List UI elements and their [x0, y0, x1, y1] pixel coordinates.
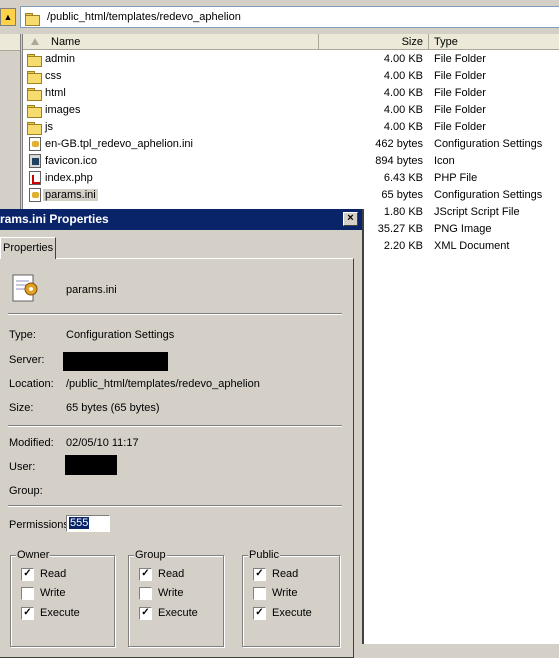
list-item[interactable]: css 4.00 KB File Folder — [23, 68, 559, 85]
list-item[interactable]: favicon.ico 894 bytes Icon — [23, 153, 559, 170]
type-label: Type: — [9, 329, 36, 341]
folder-icon — [27, 69, 43, 84]
user-value-redacted — [65, 455, 117, 475]
divider — [8, 313, 342, 315]
left-panel-header — [0, 34, 20, 51]
checkbox-checked[interactable]: ✓ — [139, 568, 152, 581]
ico-file-icon — [27, 154, 43, 169]
list-item[interactable]: js 4.00 KB File Folder — [23, 119, 559, 136]
group-group: Group ✓ Read Write ✓ Execute — [128, 549, 224, 647]
list-item[interactable]: en-GB.tpl_redevo_aphelion.ini 462 bytes … — [23, 136, 559, 153]
checkbox-checked[interactable]: ✓ — [253, 568, 266, 581]
checkbox-checked[interactable]: ✓ — [21, 568, 34, 581]
server-label: Server: — [9, 354, 45, 366]
public-group: Public ✓ Read Write ✓ Execute — [242, 549, 340, 647]
sort-ascending-icon — [31, 38, 39, 45]
modified-label: Modified: — [9, 437, 54, 449]
location-value: /public_html/templates/redevo_aphelion — [66, 378, 260, 390]
dialog-title: params.ini Properties — [0, 212, 109, 226]
list-item[interactable]: index.php 6.43 KB PHP File — [23, 170, 559, 187]
properties-dialog: params.ini Properties × Properties param… — [0, 209, 364, 658]
permissions-label: Permissions: — [9, 519, 72, 531]
path-input[interactable]: /public_html/templates/redevo_aphelion — [20, 6, 559, 28]
checkbox-checked[interactable]: ✓ — [139, 607, 152, 620]
address-bar: ▲ /public_html/templates/redevo_aphelion — [0, 0, 559, 34]
settings-file-icon — [12, 274, 38, 302]
folder-icon — [27, 86, 43, 101]
column-header-type[interactable]: Type — [429, 34, 559, 50]
column-header-size[interactable]: Size — [319, 34, 429, 50]
checkbox-unchecked[interactable] — [21, 587, 34, 600]
folder-icon — [27, 120, 43, 135]
folder-icon — [27, 103, 43, 118]
path-text: /public_html/templates/redevo_aphelion — [47, 11, 241, 23]
owner-group: Owner ✓ Read Write ✓ Execute — [10, 549, 115, 647]
dialog-titlebar[interactable]: params.ini Properties × — [0, 209, 362, 230]
list-item[interactable]: admin 4.00 KB File Folder — [23, 51, 559, 68]
size-label: Size: — [9, 402, 34, 414]
location-label: Location: — [9, 378, 54, 390]
size-value: 65 bytes (65 bytes) — [66, 402, 160, 414]
list-item[interactable]: images 4.00 KB File Folder — [23, 102, 559, 119]
group-label: Group: — [9, 485, 43, 497]
checkbox-unchecked[interactable] — [253, 587, 266, 600]
ini-file-icon — [27, 137, 43, 152]
checkbox-checked[interactable]: ✓ — [21, 607, 34, 620]
php-file-icon — [27, 171, 43, 186]
up-folder-button[interactable]: ▲ — [0, 8, 16, 26]
column-header-name[interactable]: Name — [23, 34, 319, 50]
user-label: User: — [9, 461, 36, 473]
modified-value: 02/05/10 11:17 — [66, 437, 139, 449]
close-button[interactable]: × — [343, 212, 358, 226]
divider — [8, 505, 342, 507]
ini-file-icon — [27, 188, 43, 203]
permissions-input[interactable]: 555 — [66, 515, 110, 532]
folder-icon — [27, 52, 43, 67]
checkbox-checked[interactable]: ✓ — [253, 607, 266, 620]
server-value-redacted — [63, 352, 168, 371]
type-value: Configuration Settings — [66, 329, 175, 341]
checkbox-unchecked[interactable] — [139, 587, 152, 600]
tab-properties[interactable]: Properties — [0, 237, 56, 259]
folder-icon — [25, 11, 40, 26]
divider — [8, 425, 342, 427]
list-item[interactable]: html 4.00 KB File Folder — [23, 85, 559, 102]
file-name: params.ini — [66, 284, 117, 296]
list-item-selected[interactable]: params.ini 65 bytes Configuration Settin… — [23, 187, 559, 204]
